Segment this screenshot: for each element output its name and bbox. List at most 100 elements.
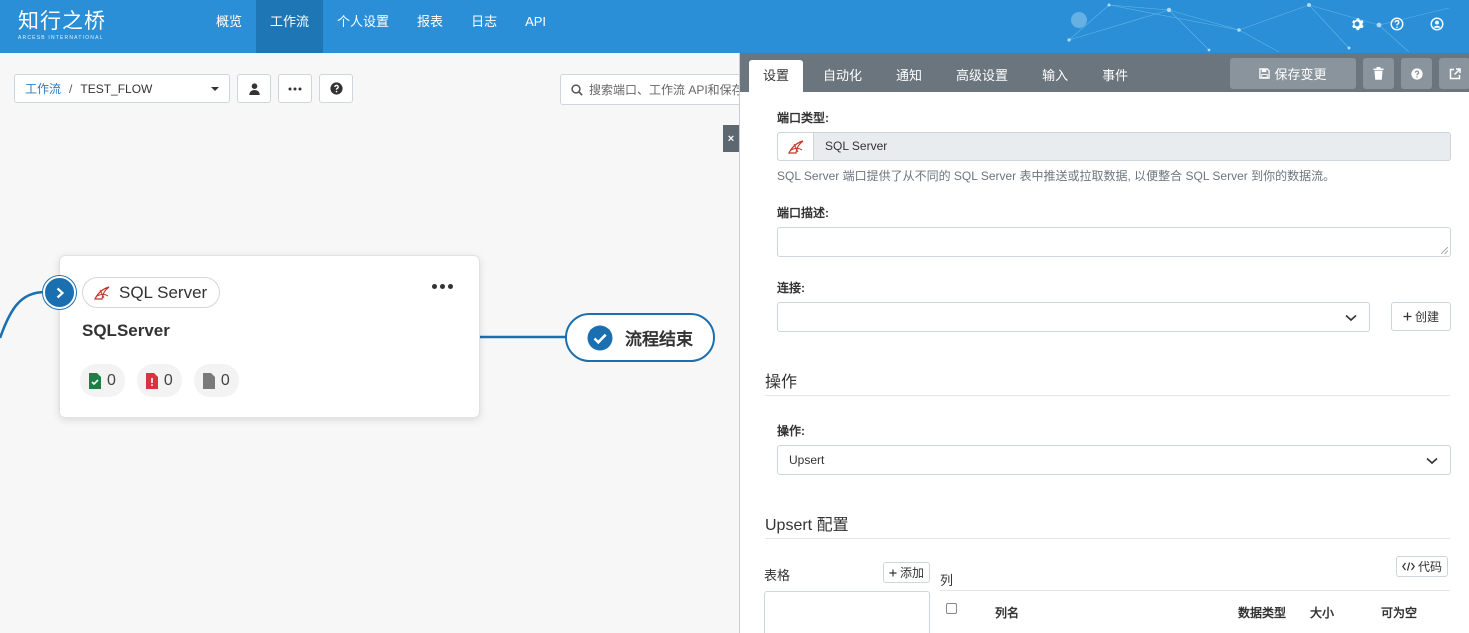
brand-tagline: ARCESB INTERNATIONAL: [18, 35, 104, 41]
port-type-help: SQL Server 端口提供了从不同的 SQL Server 表中推送或拉取数…: [777, 169, 1336, 183]
create-label: 创建: [1414, 310, 1439, 324]
stat-error[interactable]: 0: [136, 364, 182, 397]
chevron-down-icon: [1426, 457, 1438, 465]
port-settings-panel: 设置 自动化 通知 高级设置 输入 事件 保存变更 端口类型: SQL Serv…: [739, 53, 1469, 633]
code-label: 代码: [1418, 560, 1443, 574]
breadcrumb-separator: /: [69, 81, 73, 96]
operation-value: Upsert: [789, 453, 825, 467]
stat-pending[interactable]: 0: [193, 364, 239, 397]
trash-icon: [1373, 67, 1384, 80]
col-header-name: 列名: [995, 606, 1020, 620]
external-link-icon: [1449, 67, 1461, 79]
section-divider: [765, 395, 1450, 396]
nav-item-reports[interactable]: 报表: [403, 0, 457, 53]
panel-tabs: 设置 自动化 通知 高级设置 输入 事件: [749, 60, 1148, 92]
help-icon: [329, 82, 343, 95]
help-button[interactable]: [319, 74, 353, 103]
port-type-label: SQL Server: [119, 282, 208, 302]
tab-automation[interactable]: 自动化: [809, 60, 876, 92]
owner-button[interactable]: [237, 74, 271, 103]
save-changes-button[interactable]: 保存变更: [1230, 58, 1356, 89]
tab-alerts[interactable]: 通知: [882, 60, 936, 92]
add-label: 添加: [900, 566, 925, 580]
brand-name: 知行之桥: [18, 9, 106, 33]
section-divider: [765, 538, 1450, 539]
node-expand-button[interactable]: [43, 276, 76, 309]
incoming-connector: [0, 290, 46, 339]
port-description-label: 端口描述:: [777, 206, 829, 220]
stat-pending-count: 0: [220, 371, 230, 389]
operation-select[interactable]: Upsert: [777, 445, 1451, 475]
brand-logo[interactable]: 知行之桥 ARCESB INTERNATIONAL: [18, 8, 108, 44]
panel-help-button[interactable]: [1401, 58, 1432, 89]
stat-success-count: 0: [107, 371, 116, 389]
help-icon[interactable]: [1387, 14, 1407, 34]
chevron-right-icon: [56, 287, 64, 298]
col-header-nullable: 可为空: [1381, 606, 1418, 620]
top-navbar: 知行之桥 ARCESB INTERNATIONAL 概览 工作流 个人设置 报表…: [0, 0, 1469, 53]
code-view-button[interactable]: 代码: [1396, 556, 1449, 577]
breadcrumb-flow-name: TEST_FLOW: [80, 81, 153, 96]
nav-item-overview[interactable]: 概览: [202, 0, 256, 53]
tab-events[interactable]: 事件: [1088, 60, 1142, 92]
save-changes-label: 保存变更: [1274, 67, 1327, 82]
user-icon[interactable]: [1427, 14, 1447, 34]
file-pending-icon: [202, 372, 215, 389]
port-search-box[interactable]: [560, 74, 750, 105]
plus-icon: [1403, 312, 1412, 321]
operations-section-title: 操作: [765, 374, 798, 391]
operation-label: 操作:: [777, 424, 805, 438]
tab-settings[interactable]: 设置: [749, 60, 804, 92]
end-node-label: 流程结束: [625, 330, 693, 349]
node-stats: 0 0 0: [80, 364, 239, 397]
nav-item-profile[interactable]: 个人设置: [323, 0, 403, 53]
columns-label: 列: [940, 573, 954, 588]
more-options-button[interactable]: [278, 74, 312, 103]
sql-server-icon: [778, 133, 814, 160]
popout-button[interactable]: [1439, 58, 1469, 89]
node-title: SQLServer: [82, 321, 170, 340]
port-node-card[interactable]: SQL Server SQLServer 0 0 0: [59, 255, 480, 418]
plus-icon: [889, 568, 897, 577]
port-description-input[interactable]: [777, 227, 1451, 257]
close-panel-button[interactable]: ×: [723, 125, 739, 152]
upsert-config-title: Upsert 配置: [765, 517, 849, 534]
node-menu-button[interactable]: [432, 284, 453, 289]
search-input[interactable]: [589, 82, 749, 97]
port-type-pill: SQL Server: [82, 277, 221, 308]
flow-end-node[interactable]: 流程结束: [565, 313, 715, 362]
tab-advanced[interactable]: 高级设置: [942, 60, 1022, 92]
connection-select[interactable]: [777, 302, 1370, 332]
tab-input[interactable]: 输入: [1028, 60, 1082, 92]
delete-button[interactable]: [1363, 58, 1394, 89]
port-type-field-label: 端口类型:: [777, 111, 829, 125]
connection-label: 连接:: [777, 281, 805, 295]
stat-error-count: 0: [163, 371, 173, 389]
col-header-type: 数据类型: [1238, 606, 1287, 620]
tables-label: 表格: [764, 568, 791, 583]
select-all-checkbox[interactable]: [946, 603, 957, 614]
nav-item-workflow[interactable]: 工作流: [256, 0, 324, 53]
help-icon: [1410, 67, 1423, 80]
gear-icon[interactable]: [1347, 14, 1367, 34]
columns-divider: [940, 590, 1450, 591]
main-nav: 概览 工作流 个人设置 报表 日志 API: [202, 0, 560, 53]
port-type-value: SQL Server: [825, 139, 888, 153]
nav-right-icons: [1347, 14, 1447, 34]
search-icon: [571, 83, 583, 96]
breadcrumb-root-link[interactable]: 工作流: [25, 80, 61, 97]
add-table-button[interactable]: 添加: [883, 562, 931, 583]
stat-success[interactable]: 0: [80, 364, 125, 397]
nav-item-logs[interactable]: 日志: [457, 0, 511, 53]
file-error-icon: [145, 372, 158, 389]
port-type-field: SQL Server: [777, 132, 1451, 161]
resize-grip-icon: [1441, 247, 1448, 254]
tables-list[interactable]: [764, 591, 930, 633]
create-connection-button[interactable]: 创建: [1391, 302, 1451, 331]
nav-item-api[interactable]: API: [511, 0, 560, 53]
check-circle-icon: [587, 325, 613, 350]
workflow-breadcrumb-select[interactable]: 工作流 / TEST_FLOW: [14, 74, 230, 103]
panel-actions: 保存变更: [1230, 58, 1469, 89]
code-icon: [1402, 562, 1415, 571]
user-icon: [248, 82, 260, 95]
